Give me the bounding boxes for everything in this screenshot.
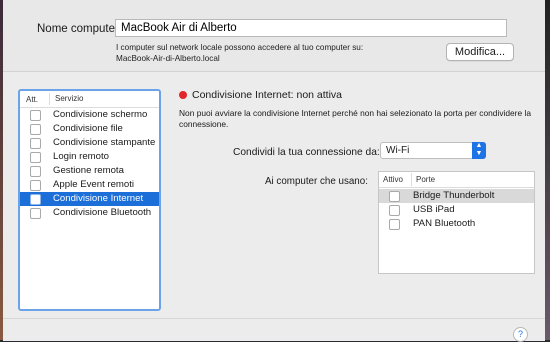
- sharing-preferences-window: Nome computer: I computer sul network lo…: [3, 0, 545, 341]
- share-from-popup[interactable]: Wi-Fi ▲ ▼: [380, 142, 486, 159]
- port-checkbox[interactable]: [389, 205, 400, 216]
- service-row-remote-management[interactable]: Gestione remota: [20, 164, 159, 178]
- computer-name-field[interactable]: [115, 19, 507, 37]
- services-col-service[interactable]: Servizio: [49, 93, 83, 105]
- computer-name-label: Nome computer:: [37, 23, 123, 35]
- service-label: Condivisione Internet: [53, 193, 144, 204]
- computer-name-help-line1: I computer sul network locale possono ac…: [116, 43, 364, 52]
- computer-name-help: I computer sul network locale possono ac…: [116, 42, 416, 64]
- service-checkbox[interactable]: [30, 166, 41, 177]
- service-checkbox[interactable]: [30, 194, 41, 205]
- service-label: Condivisione file: [53, 123, 123, 134]
- port-checkbox[interactable]: [389, 219, 400, 230]
- service-checkbox[interactable]: [30, 138, 41, 149]
- services-col-on[interactable]: Att.: [26, 95, 38, 104]
- status-title: Condivisione Internet: non attiva: [192, 89, 343, 101]
- port-label: Bridge Thunderbolt: [413, 190, 495, 201]
- to-computers-label: Ai computer che usano:: [265, 176, 368, 187]
- service-checkbox[interactable]: [30, 110, 41, 121]
- service-row-internet-sharing[interactable]: Condivisione Internet: [20, 192, 159, 206]
- status-description: Non puoi avviare la condivisione Interne…: [179, 108, 531, 129]
- ports-list: Attivo Porte Bridge Thunderbolt USB iPad…: [378, 171, 535, 274]
- ports-col-on[interactable]: Attivo: [383, 175, 403, 184]
- edit-name-button[interactable]: Modifica...: [446, 43, 514, 61]
- port-row-bluetooth-pan[interactable]: PAN Bluetooth: [379, 217, 534, 231]
- service-checkbox[interactable]: [30, 180, 41, 191]
- service-row-printer-sharing[interactable]: Condivisione stampante: [20, 136, 159, 150]
- port-row-thunderbolt-bridge[interactable]: Bridge Thunderbolt: [379, 189, 534, 203]
- service-checkbox[interactable]: [30, 152, 41, 163]
- share-from-label: Condividi la tua connessione da:: [233, 147, 380, 158]
- service-checkbox[interactable]: [30, 124, 41, 135]
- service-row-bluetooth-sharing[interactable]: Condivisione Bluetooth: [20, 206, 159, 220]
- port-label: USB iPad: [413, 204, 455, 215]
- computer-local-address: MacBook-Air-di-Alberto.local: [116, 54, 220, 63]
- service-row-screen-sharing[interactable]: Condivisione schermo: [20, 108, 159, 122]
- share-from-value: Wi-Fi: [386, 145, 410, 156]
- service-label: Condivisione schermo: [53, 109, 148, 120]
- desktop-edge-right: [545, 0, 550, 340]
- service-label: Apple Event remoti: [53, 179, 135, 190]
- service-label: Condivisione Bluetooth: [53, 207, 152, 218]
- service-row-remote-apple-events[interactable]: Apple Event remoti: [20, 178, 159, 192]
- port-label: PAN Bluetooth: [413, 218, 476, 229]
- ports-list-header: Attivo Porte: [379, 172, 534, 188]
- computer-name-section: Nome computer: I computer sul network lo…: [3, 0, 545, 72]
- service-row-file-sharing[interactable]: Condivisione file: [20, 122, 159, 136]
- status-indicator-icon: [179, 91, 187, 99]
- services-list: Att. Servizio Condivisione schermo Condi…: [18, 89, 161, 311]
- service-row-remote-login[interactable]: Login remoto: [20, 150, 159, 164]
- popup-arrows-icon: ▲ ▼: [472, 142, 486, 159]
- services-list-header: Att. Servizio: [20, 91, 159, 108]
- service-label: Condivisione stampante: [53, 137, 156, 148]
- service-label: Gestione remota: [53, 165, 124, 176]
- service-checkbox[interactable]: [30, 208, 41, 219]
- window-bottom-bar: [3, 318, 545, 341]
- ports-col-ports[interactable]: Porte: [411, 173, 435, 186]
- port-checkbox[interactable]: [389, 191, 400, 202]
- port-row-usb-ipad[interactable]: USB iPad: [379, 203, 534, 217]
- service-label: Login remoto: [53, 151, 109, 162]
